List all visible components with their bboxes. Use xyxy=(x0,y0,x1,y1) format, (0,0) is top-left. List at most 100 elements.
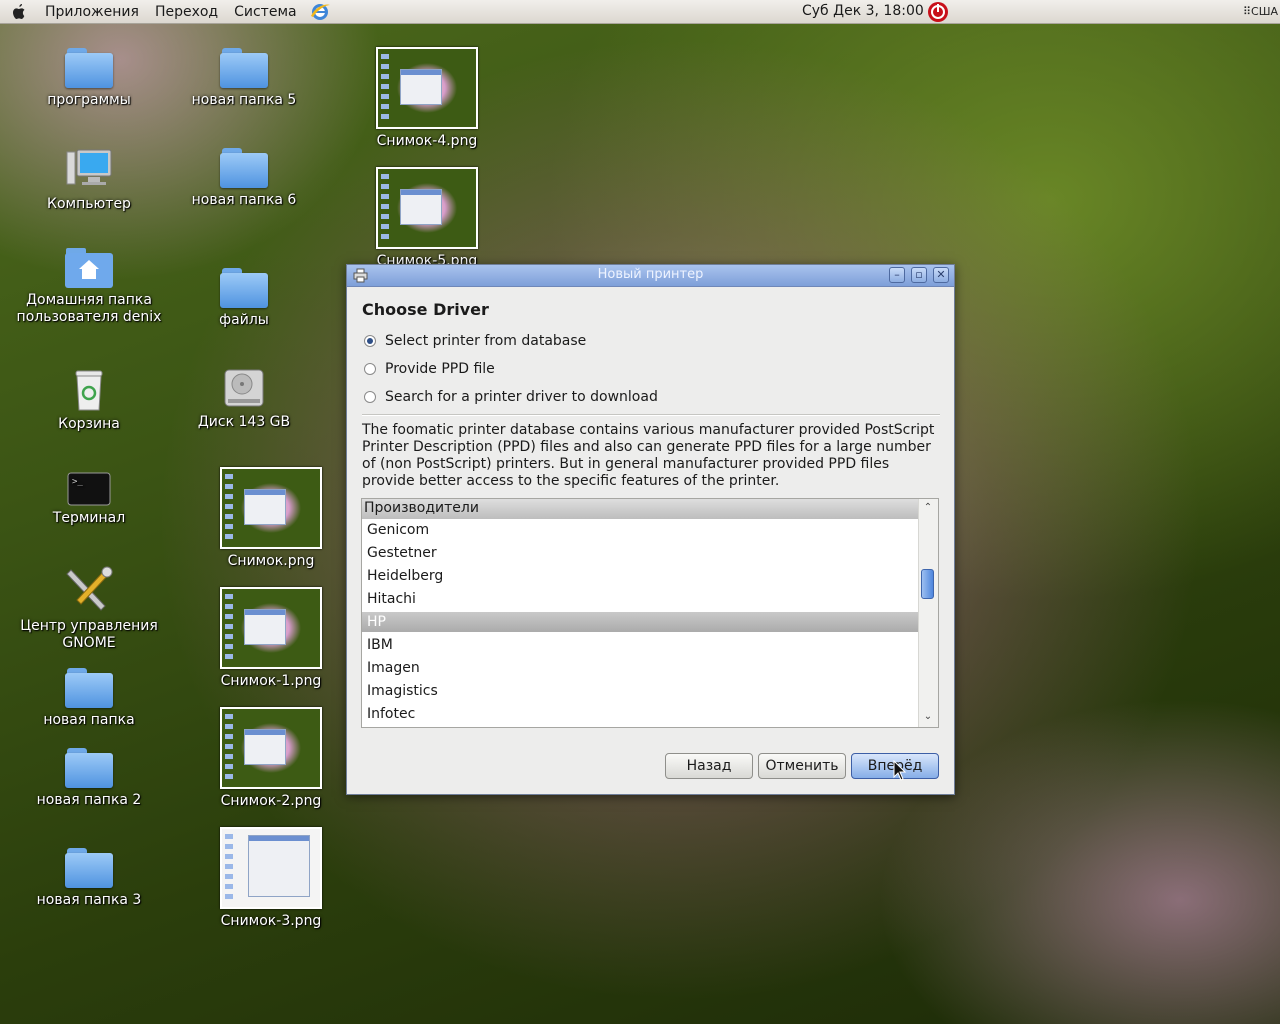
icon-label: новая папка xyxy=(43,712,135,728)
icon-label: Центр управления GNOME xyxy=(20,618,158,651)
dialog-heading: Choose Driver xyxy=(362,300,489,319)
list-item[interactable]: Imagen xyxy=(362,657,920,680)
icon-label: Снимок.png xyxy=(227,553,315,569)
desktop-icon-programs[interactable]: программы xyxy=(14,48,164,109)
separator xyxy=(362,414,940,416)
dialog-title: Новый принтер xyxy=(597,267,704,282)
clock[interactable]: Суб Дек 3, 18:00 xyxy=(802,3,924,19)
back-button[interactable]: Назад xyxy=(665,753,753,779)
menu-system[interactable]: Система xyxy=(226,4,304,20)
terminal-icon: >_ xyxy=(67,472,111,506)
radio-button[interactable] xyxy=(364,391,376,403)
folder-icon xyxy=(220,48,268,88)
icon-label: файлы xyxy=(219,312,269,328)
desktop-icon-snimok[interactable]: Снимок.png xyxy=(196,467,346,570)
list-item[interactable]: Gestetner xyxy=(362,542,920,565)
keyboard-layout-indicator[interactable]: ⠿США xyxy=(1243,5,1278,18)
image-thumbnail xyxy=(376,47,478,129)
web-browser-icon[interactable] xyxy=(309,1,331,23)
radio-search-driver[interactable]: Search for a printer driver to download xyxy=(364,389,658,405)
list-item[interactable]: Heidelberg xyxy=(362,565,920,588)
folder-icon xyxy=(65,668,113,708)
folder-icon xyxy=(65,48,113,88)
desktop-icon-snimok-4[interactable]: Снимок-4.png xyxy=(352,47,502,150)
icon-label: программы xyxy=(47,92,131,108)
radio-label: Select printer from database xyxy=(385,333,587,349)
image-thumbnail xyxy=(220,827,322,909)
desktop-icon-disk[interactable]: Диск 143 GB xyxy=(169,366,319,431)
folder-icon xyxy=(220,148,268,188)
desktop-icon-computer[interactable]: Компьютер xyxy=(14,148,164,213)
icon-label: Снимок-1.png xyxy=(220,673,322,689)
desktop-icon-new-folder-2[interactable]: новая папка 2 xyxy=(14,748,164,809)
desktop-icon-new-folder-6[interactable]: новая папка 6 xyxy=(169,148,319,209)
radio-button-checked[interactable] xyxy=(364,335,376,347)
desktop-icon-trash[interactable]: Корзина xyxy=(14,368,164,433)
icon-label: новая папка 3 xyxy=(36,892,142,908)
list-item[interactable]: Imagistics xyxy=(362,680,920,703)
desktop-icon-new-folder-3[interactable]: новая папка 3 xyxy=(14,848,164,909)
computer-icon xyxy=(66,149,112,185)
keyboard-layout-label: США xyxy=(1251,5,1278,18)
radio-label: Provide PPD file xyxy=(385,361,495,377)
home-folder-icon xyxy=(65,248,113,288)
scroll-thumb[interactable] xyxy=(921,569,934,599)
list-item[interactable]: Infotec xyxy=(362,703,920,726)
close-icon: ✕ xyxy=(936,268,946,281)
list-item[interactable]: IBM xyxy=(362,634,920,657)
desktop-icon-snimok-3[interactable]: Снимок-3.png xyxy=(196,827,346,930)
apple-menu-icon[interactable] xyxy=(9,2,29,22)
power-icon[interactable] xyxy=(927,1,949,23)
desktop-icon-snimok-5[interactable]: Снимок-5.png xyxy=(352,167,502,270)
icon-label: Компьютер xyxy=(47,196,131,212)
desktop-icon-control-center[interactable]: Центр управления GNOME xyxy=(14,566,164,652)
desktop-icon-home[interactable]: Домашняя папка пользователя denix xyxy=(14,248,164,326)
desktop-icon-terminal[interactable]: >_ Терминал xyxy=(14,472,164,527)
image-thumbnail xyxy=(220,707,322,789)
icon-label: Снимок-4.png xyxy=(376,133,478,149)
new-printer-dialog: Новый принтер – ▫ ✕ Choose Driver Select… xyxy=(346,264,955,795)
maximize-icon: ▫ xyxy=(915,268,923,281)
dialog-titlebar[interactable]: Новый принтер – ▫ ✕ xyxy=(347,265,954,287)
list-column-header[interactable]: Производители xyxy=(362,499,920,519)
minimize-button[interactable]: – xyxy=(889,267,905,283)
desktop-icon-snimok-1[interactable]: Снимок-1.png xyxy=(196,587,346,690)
keyboard-icon: ⠿ xyxy=(1242,5,1252,18)
list-scrollbar[interactable]: ⌃ ⌄ xyxy=(918,499,938,727)
top-panel: Приложения Переход Система Суб Дек 3, 18… xyxy=(0,0,1280,24)
desktop-icon-snimok-2[interactable]: Снимок-2.png xyxy=(196,707,346,810)
radio-provide-ppd[interactable]: Provide PPD file xyxy=(364,361,495,377)
manufacturer-list[interactable]: Производители Genicom Gestetner Heidelbe… xyxy=(361,498,939,728)
list-item[interactable]: Genicom xyxy=(362,519,920,542)
icon-label: новая папка 2 xyxy=(36,792,142,808)
scroll-up-icon[interactable]: ⌃ xyxy=(923,503,933,513)
desktop-icon-files[interactable]: файлы xyxy=(169,268,319,329)
icon-label: новая папка 6 xyxy=(191,192,297,208)
folder-icon xyxy=(65,748,113,788)
minimize-icon: – xyxy=(894,268,900,281)
database-description: The foomatic printer database contains v… xyxy=(362,422,935,489)
maximize-button[interactable]: ▫ xyxy=(911,267,927,283)
radio-label: Search for a printer driver to download xyxy=(385,389,658,405)
desktop-icon-new-folder-5[interactable]: новая папка 5 xyxy=(169,48,319,109)
disk-icon xyxy=(224,369,264,407)
menu-applications[interactable]: Приложения xyxy=(37,4,147,20)
tools-icon xyxy=(66,566,113,611)
icon-label: Диск 143 GB xyxy=(197,414,291,430)
radio-button[interactable] xyxy=(364,363,376,375)
menu-places[interactable]: Переход xyxy=(147,4,226,20)
close-button[interactable]: ✕ xyxy=(933,267,949,283)
icon-label: новая папка 5 xyxy=(191,92,297,108)
radio-select-from-database[interactable]: Select printer from database xyxy=(364,333,586,349)
cancel-button[interactable]: Отменить xyxy=(758,753,846,779)
desktop-icon-new-folder[interactable]: новая папка xyxy=(14,668,164,729)
list-item[interactable]: Hitachi xyxy=(362,588,920,611)
icon-label: Терминал xyxy=(52,510,126,526)
scroll-down-icon[interactable]: ⌄ xyxy=(923,712,933,722)
folder-icon xyxy=(65,848,113,888)
folder-icon xyxy=(220,268,268,308)
image-thumbnail xyxy=(220,467,322,549)
image-thumbnail xyxy=(220,587,322,669)
list-item-selected[interactable]: HP xyxy=(362,612,920,632)
mouse-pointer-icon xyxy=(893,760,907,781)
